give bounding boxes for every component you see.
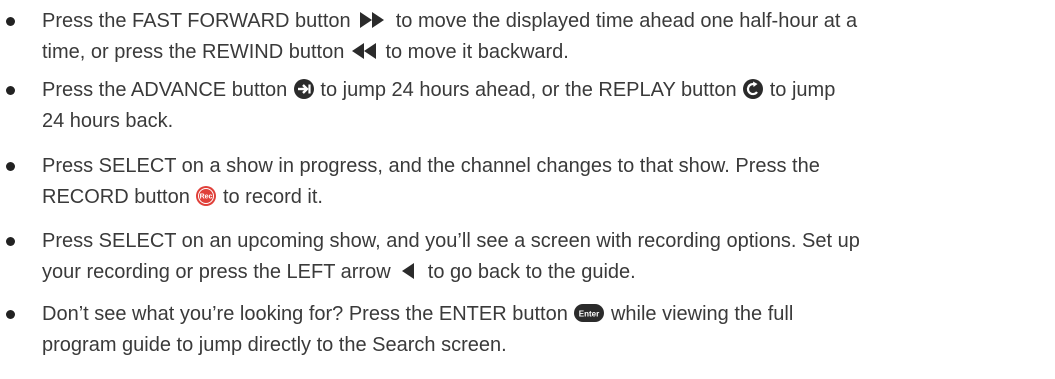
list-item-text: Press the FAST FORWARD button to move th… xyxy=(42,6,1047,68)
enter-icon-label: Enter xyxy=(579,309,599,318)
text-line: 24 hours back. xyxy=(42,106,1047,137)
text-segment: Press the ADVANCE button xyxy=(42,79,293,101)
text-segment: time, or press the REWIND button xyxy=(42,41,350,63)
text-line: Don’t see what you’re looking for? Press… xyxy=(42,299,1047,330)
enter-icon: Enter xyxy=(573,303,605,323)
text-segment: to move the displayed time ahead one hal… xyxy=(390,10,858,32)
record-icon: Rec xyxy=(195,185,217,207)
text-segment: 24 hours back. xyxy=(42,110,174,132)
list-item-text: Press the ADVANCE button to jump 24 hour… xyxy=(42,75,1047,137)
text-segment: RECORD button xyxy=(42,186,196,208)
text-segment: to jump 24 hours ahead, or the REPLAY bu… xyxy=(314,79,743,101)
list-item-text: Press SELECT on an upcoming show, and yo… xyxy=(42,226,1047,288)
left-arrow-icon xyxy=(396,261,422,281)
instruction-page: Press the FAST FORWARD button to move th… xyxy=(0,0,1055,379)
text-line: program guide to jump directly to the Se… xyxy=(42,330,1047,361)
text-line: RECORD button Rec to record it. xyxy=(42,182,1047,213)
rewind-icon xyxy=(350,41,380,61)
advance-icon xyxy=(293,78,315,100)
text-segment: to go back to the guide. xyxy=(422,261,636,283)
bullet-dot xyxy=(6,162,15,171)
text-line: Press the FAST FORWARD button to move th… xyxy=(42,6,1047,37)
bullet-dot xyxy=(6,237,15,246)
fast-forward-icon xyxy=(356,10,390,30)
text-segment: Press SELECT on an upcoming show, and yo… xyxy=(42,230,860,252)
text-segment: Press the FAST FORWARD button xyxy=(42,10,357,32)
text-line: Press the ADVANCE button to jump 24 hour… xyxy=(42,75,1047,106)
text-line: Press SELECT on an upcoming show, and yo… xyxy=(42,226,1047,257)
bullet-dot xyxy=(6,310,15,319)
text-segment: to jump xyxy=(764,79,836,101)
bullet-dot xyxy=(6,17,15,26)
text-line: time, or press the REWIND button to move… xyxy=(42,37,1047,68)
text-segment: Don’t see what you’re looking for? Press… xyxy=(42,303,574,325)
text-line: your recording or press the LEFT arrow t… xyxy=(42,257,1047,288)
text-segment: Press SELECT on a show in progress, and … xyxy=(42,155,820,177)
record-icon-label: Rec xyxy=(200,193,213,200)
text-line: Press SELECT on a show in progress, and … xyxy=(42,151,1047,182)
text-segment: while viewing the full xyxy=(605,303,794,325)
bullet-dot xyxy=(6,86,15,95)
text-segment: to record it. xyxy=(217,186,323,208)
list-item-text: Press SELECT on a show in progress, and … xyxy=(42,151,1047,213)
list-item-text: Don’t see what you’re looking for? Press… xyxy=(42,299,1047,361)
text-segment: to move it backward. xyxy=(379,41,569,63)
replay-icon xyxy=(742,78,764,100)
text-segment: program guide to jump directly to the Se… xyxy=(42,334,507,356)
text-segment: your recording or press the LEFT arrow xyxy=(42,261,397,283)
